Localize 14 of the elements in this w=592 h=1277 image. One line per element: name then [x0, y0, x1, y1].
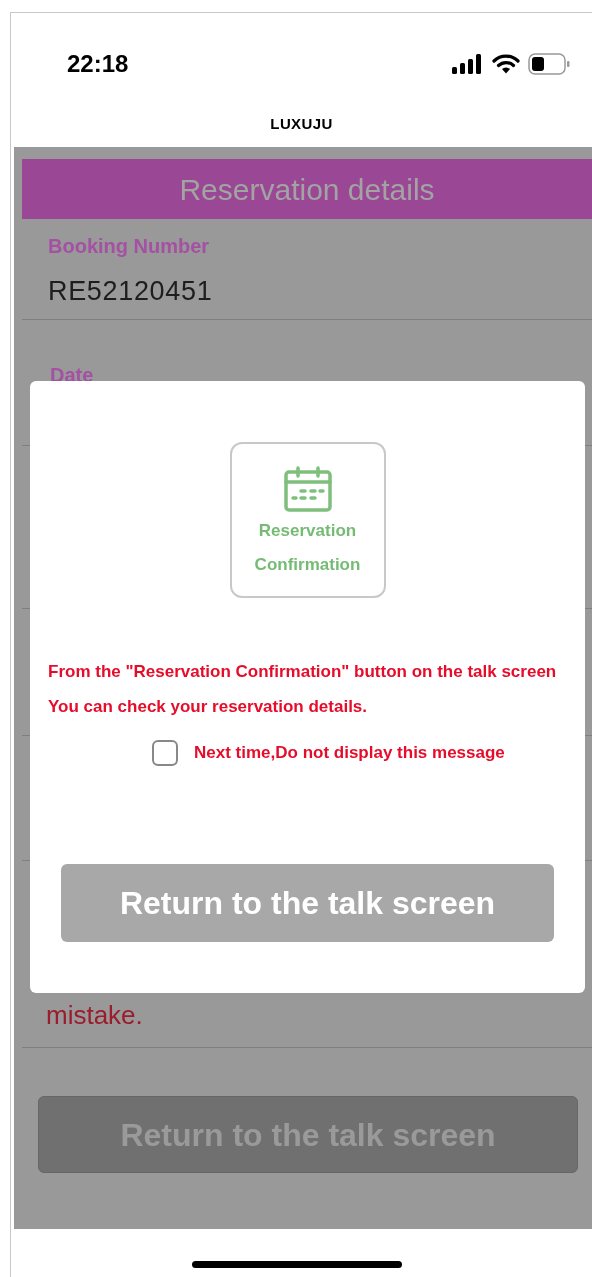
app-title: LUXUJU	[270, 114, 333, 134]
calendar-icon	[282, 466, 333, 512]
field-label: Booking Number	[48, 234, 211, 259]
dialog-message: From the "Reservation Confirmation" button on the talk screen You can check your reservation details.	[47, 661, 558, 718]
dont-show-checkbox[interactable]: Next time,Do not display this message	[152, 740, 505, 766]
reservation-confirmation-tile[interactable]: Reservation Confirmation	[229, 442, 386, 598]
status-time: 22:18	[67, 49, 129, 79]
wifi-icon	[492, 54, 520, 74]
return-button[interactable]: Return to the talk screen	[61, 864, 554, 942]
page-title: Reservation details	[179, 171, 435, 208]
battery-icon	[528, 53, 570, 75]
note-text: mistake.	[46, 999, 143, 1032]
field-value: RE52120451	[48, 275, 214, 308]
signal-icon	[452, 54, 484, 74]
